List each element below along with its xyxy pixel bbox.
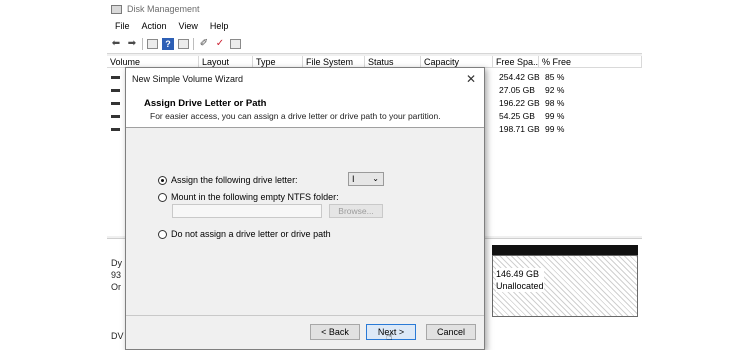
percent-free-cell: 92 % [545, 85, 565, 95]
toolbar-separator [142, 37, 143, 50]
percent-free-cell: 85 % [545, 72, 565, 82]
connect-icon[interactable]: ✐ [198, 38, 210, 50]
volume-icon [111, 115, 120, 118]
free-space-cell: 198.71 GB [499, 124, 540, 134]
wizard-header: Assign Drive Letter or Path For easier a… [126, 90, 484, 128]
radio-unselected-icon[interactable] [158, 229, 167, 239]
disk-status-label: Or [111, 282, 121, 292]
radio-selected-icon[interactable] [158, 175, 167, 185]
folder-path-input[interactable] [172, 204, 322, 218]
back-button[interactable]: < Back [310, 324, 360, 340]
title-bar: Disk Management [107, 0, 642, 18]
drive-letter-value: I [352, 174, 355, 184]
free-space-cell: 54.25 GB [499, 111, 535, 121]
chevron-down-icon: ⌄ [372, 174, 379, 183]
volume-icon [111, 128, 120, 131]
no-letter-option[interactable]: Do not assign a drive letter or drive pa… [158, 229, 331, 239]
list-icon[interactable] [230, 38, 241, 49]
wizard-subheading: For easier access, you can assign a driv… [150, 111, 441, 121]
percent-free-cell: 98 % [545, 98, 565, 108]
view-icon[interactable] [178, 38, 189, 49]
free-space-cell: 27.05 GB [499, 85, 535, 95]
col-file-system[interactable]: File System [303, 56, 365, 67]
close-icon[interactable]: ✕ [466, 72, 476, 86]
new-simple-volume-wizard: New Simple Volume Wizard ✕ Assign Drive … [125, 67, 485, 350]
col-free-space[interactable]: Free Spa... [493, 56, 539, 67]
col-percent-free[interactable]: % Free [539, 56, 642, 67]
disk-type-label: Dy [111, 258, 122, 268]
check-icon[interactable]: ✓ [214, 38, 226, 50]
mouse-cursor-icon: ☝ [386, 331, 393, 343]
menu-action[interactable]: Action [142, 21, 167, 31]
toolbar: ⬅ ➡ ? ✐ ✓ [107, 34, 642, 54]
drive-letter-select[interactable]: I ⌄ [348, 172, 384, 186]
free-space-cell: 196.22 GB [499, 98, 540, 108]
wizard-heading: Assign Drive Letter or Path [144, 98, 267, 109]
window-title: Disk Management [127, 4, 200, 14]
app-icon [111, 4, 122, 14]
wizard-title: New Simple Volume Wizard [132, 74, 244, 84]
browse-button[interactable]: Browse... [329, 204, 383, 218]
dvd-drive-label: DV [111, 331, 124, 341]
menu-bar: File Action View Help [107, 18, 642, 34]
col-status[interactable]: Status [365, 56, 421, 67]
col-layout[interactable]: Layout [199, 56, 253, 67]
percent-free-cell: 99 % [545, 124, 565, 134]
percent-free-cell: 99 % [545, 111, 565, 121]
cancel-button[interactable]: Cancel [426, 324, 476, 340]
unallocated-size: 146.49 GB [496, 268, 544, 280]
assign-letter-option[interactable]: Assign the following drive letter: [158, 175, 298, 185]
disk-size-label: 93 [111, 270, 122, 280]
wizard-title-bar: New Simple Volume Wizard ✕ [126, 68, 484, 90]
unallocated-partition[interactable]: 146.49 GB Unallocated [492, 255, 638, 317]
mount-folder-label: Mount in the following empty NTFS folder… [171, 192, 339, 202]
toolbar-separator [193, 37, 194, 50]
volume-icon [111, 89, 120, 92]
col-volume[interactable]: Volume [107, 56, 199, 67]
forward-icon[interactable]: ➡ [126, 38, 138, 50]
mount-folder-option[interactable]: Mount in the following empty NTFS folder… [158, 192, 339, 202]
unallocated-label: Unallocated [496, 280, 544, 292]
partition-header-bar [492, 245, 638, 255]
menu-help[interactable]: Help [210, 21, 229, 31]
col-type[interactable]: Type [253, 56, 303, 67]
col-capacity[interactable]: Capacity [421, 56, 493, 67]
volume-icon [111, 102, 120, 105]
properties-icon[interactable] [147, 38, 158, 49]
volume-icon [111, 76, 120, 79]
disk-info: Dy 93 Or [111, 257, 122, 293]
menu-view[interactable]: View [179, 21, 198, 31]
menu-file[interactable]: File [115, 21, 130, 31]
back-icon[interactable]: ⬅ [110, 38, 122, 50]
wizard-footer: < Back Next > Cancel [126, 315, 484, 349]
radio-unselected-icon[interactable] [158, 192, 167, 202]
free-space-cell: 254.42 GB [499, 72, 540, 82]
help-icon[interactable]: ? [162, 37, 174, 50]
assign-letter-label: Assign the following drive letter: [171, 175, 298, 185]
no-letter-label: Do not assign a drive letter or drive pa… [171, 229, 331, 239]
